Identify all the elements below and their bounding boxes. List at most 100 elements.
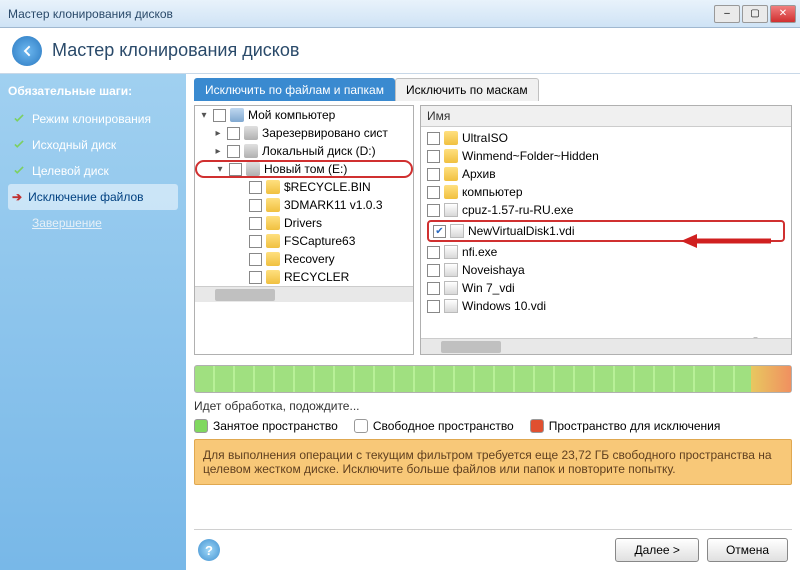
window-title: Мастер клонирования дисков (4, 7, 714, 21)
checkbox[interactable] (427, 150, 440, 163)
folder-tree[interactable]: ▾ Мой компьютер ▸ Зарезервировано сист ▸… (194, 105, 414, 355)
folder-icon (266, 252, 280, 266)
checkbox[interactable] (427, 204, 440, 217)
legend-free: Свободное пространство (354, 419, 514, 433)
tree-item[interactable]: $RECYCLE.BIN (195, 178, 413, 196)
folder-icon (444, 149, 458, 163)
tree-root[interactable]: ▾ Мой компьютер (195, 106, 413, 124)
tab-exclude-by-files[interactable]: Исключить по файлам и папкам (194, 78, 395, 101)
tree-item[interactable]: RECYCLER (195, 268, 413, 286)
scrollbar-thumb[interactable] (441, 341, 501, 353)
checkbox[interactable] (427, 246, 440, 259)
tree-label: Зарезервировано сист (262, 126, 388, 140)
checkbox[interactable] (249, 271, 262, 284)
warning-message: Для выполнения операции с текущим фильтр… (194, 439, 792, 485)
tree-item-selected[interactable]: ▾ Новый том (E:) (195, 160, 413, 178)
arrow-left-icon (19, 43, 35, 59)
checkbox[interactable] (227, 145, 240, 158)
swatch-white-icon (354, 419, 368, 433)
content: Обязательные шаги: Режим клонирования Ис… (0, 74, 800, 570)
folder-icon (266, 198, 280, 212)
file-icon (444, 245, 458, 259)
horizontal-scrollbar[interactable] (421, 338, 791, 354)
file-list[interactable]: Имя UltraISO Winmend~Folder~Hidden Архив… (420, 105, 792, 355)
minimize-button[interactable]: – (714, 5, 740, 23)
list-body: UltraISO Winmend~Folder~Hidden Архив ком… (421, 127, 791, 317)
checkbox-checked[interactable] (433, 225, 446, 238)
drive-icon (244, 144, 258, 158)
tree-item[interactable]: 3DMARK11 v1.0.3 (195, 196, 413, 214)
list-item[interactable]: компьютер (423, 183, 789, 201)
list-item[interactable]: Win 7_vdi (423, 279, 789, 297)
list-item[interactable]: UltraISO (423, 129, 789, 147)
list-item[interactable]: cpuz-1.57-ru-RU.exe (423, 201, 789, 219)
checkbox[interactable] (249, 217, 262, 230)
footer: ? Далее > Отмена (194, 529, 792, 562)
expand-icon[interactable]: ▸ (213, 146, 223, 157)
file-icon (444, 203, 458, 217)
checkbox[interactable] (213, 109, 226, 122)
item-label: Архив (462, 167, 496, 181)
list-item[interactable]: Windows 10.vdi (423, 297, 789, 315)
progress-area: Идет обработка, подождите... Занятое про… (194, 365, 792, 485)
list-item[interactable]: Архив (423, 165, 789, 183)
arrow-right-icon: ➔ (12, 190, 22, 204)
tree-label: Мой компьютер (248, 108, 335, 122)
horizontal-scrollbar[interactable] (195, 286, 413, 302)
sidebar: Обязательные шаги: Режим клонирования Ис… (0, 74, 186, 570)
step-label: Исходный диск (32, 138, 116, 152)
checkbox[interactable] (427, 282, 440, 295)
sidebar-heading: Обязательные шаги: (8, 84, 178, 98)
collapse-icon[interactable]: ▾ (215, 164, 225, 175)
column-header-name[interactable]: Имя (421, 106, 791, 127)
checkbox[interactable] (427, 300, 440, 313)
legend: Занятое пространство Свободное пространс… (194, 419, 792, 433)
cancel-button[interactable]: Отмена (707, 538, 788, 562)
drive-icon (246, 162, 260, 176)
checkbox[interactable] (249, 181, 262, 194)
legend-excluded: Пространство для исключения (530, 419, 721, 433)
checkbox[interactable] (427, 264, 440, 277)
file-icon (444, 299, 458, 313)
computer-icon (230, 108, 244, 122)
tree-item[interactable]: ▸ Локальный диск (D:) (195, 142, 413, 160)
folder-icon (444, 131, 458, 145)
checkbox[interactable] (229, 163, 242, 176)
step-finish[interactable]: Завершение (8, 210, 178, 236)
step-clone-mode[interactable]: Режим клонирования (8, 106, 178, 132)
step-source-disk[interactable]: Исходный диск (8, 132, 178, 158)
checkbox[interactable] (427, 132, 440, 145)
check-icon (12, 164, 26, 178)
checkbox[interactable] (427, 186, 440, 199)
tree-item[interactable]: ▸ Зарезервировано сист (195, 124, 413, 142)
scrollbar-thumb[interactable] (215, 289, 275, 301)
tab-exclude-by-masks[interactable]: Исключить по маскам (395, 78, 539, 101)
checkbox[interactable] (249, 235, 262, 248)
checkbox[interactable] (427, 168, 440, 181)
tree-item[interactable]: Recovery (195, 250, 413, 268)
legend-label: Пространство для исключения (549, 419, 721, 433)
status-text: Идет обработка, подождите... (194, 399, 792, 413)
checkbox[interactable] (249, 253, 262, 266)
item-label: Windows 10.vdi (462, 299, 546, 313)
checkbox[interactable] (249, 199, 262, 212)
panels: ▾ Мой компьютер ▸ Зарезервировано сист ▸… (194, 105, 792, 355)
check-icon (12, 112, 26, 126)
close-button[interactable]: ✕ (770, 5, 796, 23)
tree-item[interactable]: Drivers (195, 214, 413, 232)
list-item[interactable]: Noveishaya (423, 261, 789, 279)
step-label: Исключение файлов (28, 190, 143, 204)
next-button[interactable]: Далее > (615, 538, 699, 562)
collapse-icon[interactable]: ▾ (199, 110, 209, 121)
expand-icon[interactable]: ▸ (213, 128, 223, 139)
checkbox[interactable] (227, 127, 240, 140)
step-exclude-files[interactable]: ➔ Исключение файлов (8, 184, 178, 210)
back-button[interactable] (12, 36, 42, 66)
maximize-button[interactable]: ▢ (742, 5, 768, 23)
item-label: nfi.exe (462, 245, 497, 259)
tree-item[interactable]: FSCapture63 (195, 232, 413, 250)
list-item[interactable]: Winmend~Folder~Hidden (423, 147, 789, 165)
step-target-disk[interactable]: Целевой диск (8, 158, 178, 184)
step-label: Завершение (32, 216, 102, 230)
help-button[interactable]: ? (198, 539, 220, 561)
